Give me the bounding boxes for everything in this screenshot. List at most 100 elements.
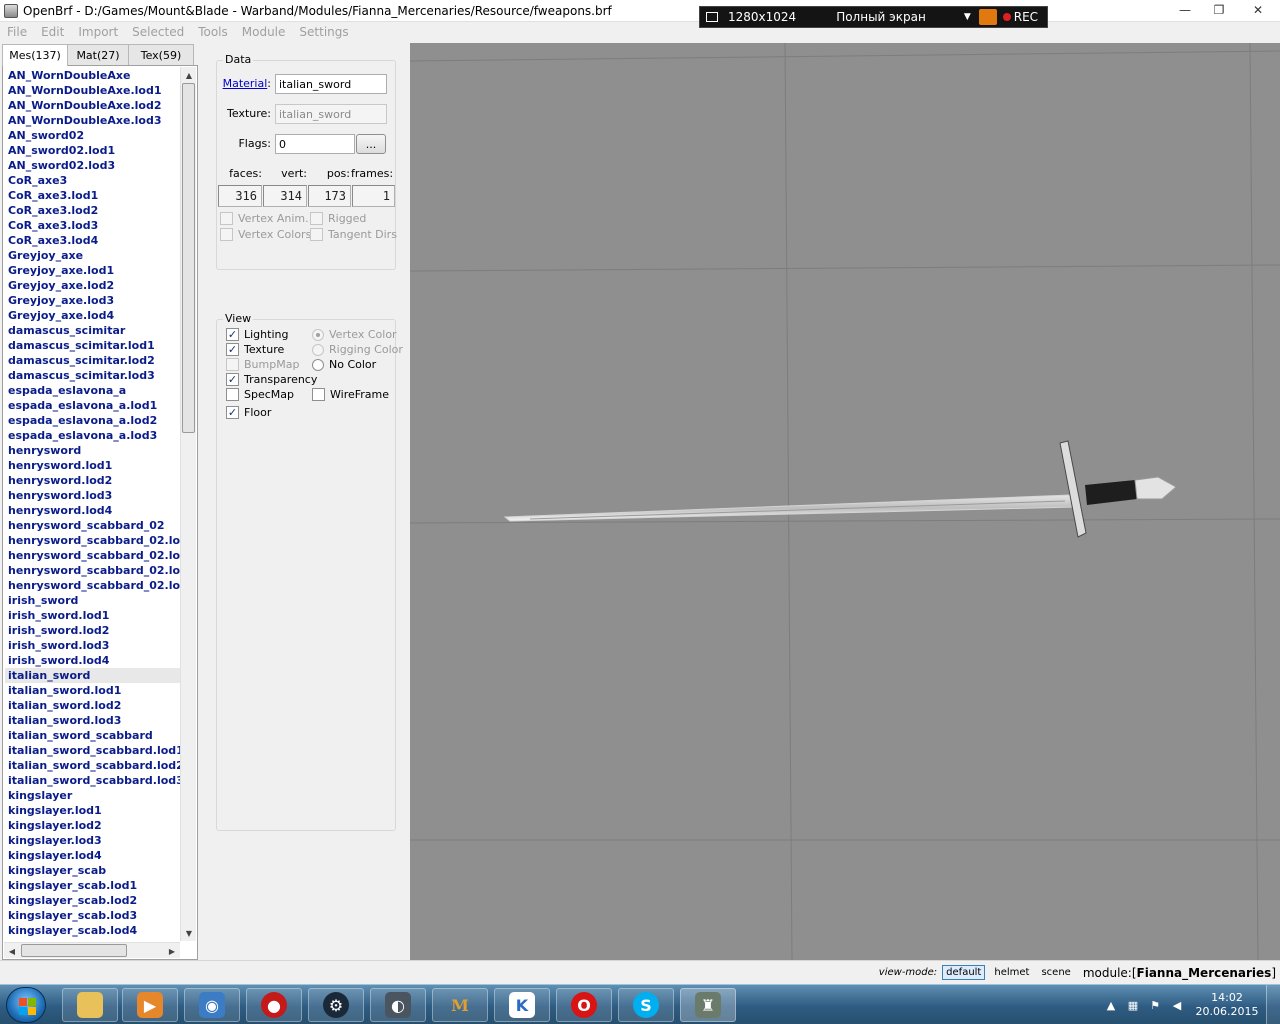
list-item[interactable]: irish_sword.lod1 (5, 608, 180, 623)
viewport-scene[interactable] (410, 43, 1280, 960)
taskbar-app-8[interactable]: K (494, 988, 550, 1022)
tab-materials[interactable]: Mat(27) (67, 44, 129, 65)
specmap-option[interactable]: SpecMap (226, 388, 294, 401)
list-item[interactable]: kingslayer.lod4 (5, 848, 180, 863)
list-item[interactable]: Greyjoy_axe.lod2 (5, 278, 180, 293)
list-item[interactable]: irish_sword.lod4 (5, 653, 180, 668)
taskbar-openbrf[interactable]: ♜ (680, 988, 736, 1022)
menu-edit[interactable]: Edit (34, 25, 71, 39)
list-item[interactable]: espada_eslavona_a.lod2 (5, 413, 180, 428)
texture-option[interactable]: ✓ Texture (226, 343, 284, 356)
vertical-scrollbar[interactable]: ▲ ▼ (180, 67, 196, 941)
taskbar-media-player[interactable]: ▶ (122, 988, 178, 1022)
scroll-down-icon[interactable]: ▼ (181, 925, 197, 941)
list-item[interactable]: AN_WornDoubleAxe (5, 68, 180, 83)
list-item[interactable]: kingslayer_scab.lod1 (5, 878, 180, 893)
list-item[interactable]: italian_sword_scabbard.lod1 (5, 743, 180, 758)
list-item[interactable]: AN_sword02.lod1 (5, 143, 180, 158)
flags-edit-button[interactable]: ... (356, 134, 386, 154)
lighting-option[interactable]: ✓ Lighting (226, 328, 288, 341)
tab-meshes[interactable]: Mes(137) (2, 44, 68, 66)
list-item[interactable]: italian_sword.lod3 (5, 713, 180, 728)
view-mode-helmet[interactable]: helmet (991, 966, 1032, 979)
list-item[interactable]: kingslayer.lod2 (5, 818, 180, 833)
menu-selected[interactable]: Selected (125, 25, 191, 39)
maximize-button[interactable]: ❐ (1202, 0, 1236, 20)
taskbar-app-3[interactable]: ◉ (184, 988, 240, 1022)
menu-import[interactable]: Import (71, 25, 125, 39)
flag-icon[interactable]: ⚑ (1148, 998, 1162, 1012)
tray-expand-icon[interactable]: ▲ (1104, 998, 1118, 1012)
flags-field[interactable]: 0 (275, 134, 355, 154)
list-item[interactable]: kingslayer (5, 788, 180, 803)
list-item[interactable]: espada_eslavona_a (5, 383, 180, 398)
3d-viewport[interactable] (410, 43, 1280, 960)
list-item[interactable]: AN_WornDoubleAxe.lod2 (5, 98, 180, 113)
list-item[interactable]: henrysword.lod1 (5, 458, 180, 473)
list-item[interactable]: italian_sword_scabbard.lod3 (5, 773, 180, 788)
list-item[interactable]: italian_sword.lod1 (5, 683, 180, 698)
close-button[interactable]: ✕ (1236, 0, 1280, 20)
list-item[interactable]: irish_sword (5, 593, 180, 608)
transparency-checkbox[interactable]: ✓ (226, 373, 239, 386)
show-desktop-button[interactable] (1266, 985, 1280, 1024)
scroll-right-icon[interactable]: ▶ (164, 943, 180, 959)
list-item[interactable]: henrysword_scabbard_02.lod4 (5, 578, 180, 593)
list-item[interactable]: henrysword.lod2 (5, 473, 180, 488)
list-item[interactable]: kingslayer.lod3 (5, 833, 180, 848)
list-item[interactable]: italian_sword_scabbard (5, 728, 180, 743)
volume-icon[interactable]: ◀ (1170, 998, 1184, 1012)
list-item[interactable]: kingslayer_scab (5, 863, 180, 878)
list-item[interactable]: espada_eslavona_a.lod1 (5, 398, 180, 413)
transparency-option[interactable]: ✓ Transparency (226, 373, 317, 386)
taskbar-mount-blade[interactable]: M (432, 988, 488, 1022)
list-item[interactable]: CoR_axe3.lod4 (5, 233, 180, 248)
view-mode-default[interactable]: default (942, 965, 986, 980)
list-item[interactable]: henrysword_scabbard_02.lod1 (5, 533, 180, 548)
taskbar-steam[interactable]: ⚙ (308, 988, 364, 1022)
list-item[interactable]: Greyjoy_axe.lod1 (5, 263, 180, 278)
texture-checkbox[interactable]: ✓ (226, 343, 239, 356)
taskbar-app-6[interactable]: ◐ (370, 988, 426, 1022)
taskbar-app-4[interactable]: ● (246, 988, 302, 1022)
taskbar-explorer[interactable] (62, 988, 118, 1022)
record-button[interactable]: REC (1014, 10, 1038, 24)
taskbar-skype[interactable]: S (618, 988, 674, 1022)
list-item[interactable]: kingslayer_scab.lod4 (5, 923, 180, 938)
recorder-fullscreen[interactable]: Полный экран (836, 10, 926, 24)
list-item[interactable]: Greyjoy_axe (5, 248, 180, 263)
list-item[interactable]: Greyjoy_axe.lod4 (5, 308, 180, 323)
clock[interactable]: 14:02 20.06.2015 (1192, 991, 1262, 1019)
list-item[interactable]: Greyjoy_axe.lod3 (5, 293, 180, 308)
list-item[interactable]: henrysword_scabbard_02.lod3 (5, 563, 180, 578)
hscrollbar-thumb[interactable] (21, 944, 127, 957)
floor-option[interactable]: ✓ Floor (226, 406, 271, 419)
scroll-up-icon[interactable]: ▲ (181, 67, 197, 83)
menu-module[interactable]: Module (235, 25, 293, 39)
material-link[interactable]: Material (223, 77, 268, 90)
network-icon[interactable]: ▦ (1126, 998, 1140, 1012)
wireframe-checkbox[interactable] (312, 388, 325, 401)
scrollbar-thumb[interactable] (182, 83, 195, 433)
list-item[interactable]: CoR_axe3.lod2 (5, 203, 180, 218)
record-icon[interactable] (1002, 13, 1011, 21)
list-item[interactable]: damascus_scimitar.lod2 (5, 353, 180, 368)
material-field[interactable]: italian_sword (275, 74, 387, 94)
list-item[interactable]: irish_sword.lod2 (5, 623, 180, 638)
list-item[interactable]: kingslayer_scab.lod2 (5, 893, 180, 908)
list-item[interactable]: irish_sword.lod3 (5, 638, 180, 653)
list-item[interactable]: italian_sword.lod2 (5, 698, 180, 713)
lighting-checkbox[interactable]: ✓ (226, 328, 239, 341)
horizontal-scrollbar[interactable]: ◀ ▶ (4, 942, 180, 958)
list-item[interactable]: italian_sword (5, 668, 180, 683)
wireframe-option[interactable]: WireFrame (312, 388, 389, 401)
list-item[interactable]: AN_WornDoubleAxe.lod3 (5, 113, 180, 128)
taskbar-opera[interactable]: O (556, 988, 612, 1022)
menu-file[interactable]: File (0, 25, 34, 39)
list-item[interactable]: CoR_axe3 (5, 173, 180, 188)
tab-textures[interactable]: Tex(59) (128, 44, 194, 65)
floor-checkbox[interactable]: ✓ (226, 406, 239, 419)
list-item[interactable]: espada_eslavona_a.lod3 (5, 428, 180, 443)
list-item[interactable]: damascus_scimitar.lod1 (5, 338, 180, 353)
list-item[interactable]: kingslayer.lod1 (5, 803, 180, 818)
